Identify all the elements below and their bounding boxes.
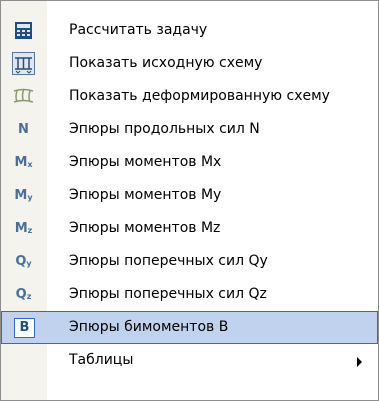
submenu-arrow-icon bbox=[357, 357, 362, 367]
letter-mx-icon: Mx bbox=[14, 155, 33, 170]
letter-my-icon: My bbox=[14, 188, 33, 203]
menu-item-diagram-qz[interactable]: Qz Эпюры поперечных сил Qz bbox=[1, 278, 378, 311]
letter-qy-icon: Qy bbox=[15, 254, 32, 269]
menu-item-label: Эпюры моментов Mx bbox=[69, 154, 222, 170]
menu-item-label: Эпюры поперечных сил Qy bbox=[69, 253, 268, 269]
letter-qz-icon: Qz bbox=[15, 287, 32, 302]
letter-b-icon: B bbox=[14, 318, 35, 338]
menu-item-show-deformed-scheme[interactable]: Показать деформированную схему bbox=[1, 80, 378, 113]
menu-item-diagram-my[interactable]: My Эпюры моментов My bbox=[1, 179, 378, 212]
menu-item-label: Эпюры бимоментов B bbox=[69, 319, 229, 335]
context-menu: Рассчитать задачу Показать исходную схем… bbox=[0, 0, 379, 401]
menu-item-show-initial-scheme[interactable]: Показать исходную схему bbox=[1, 47, 378, 80]
menu-item-label: Показать исходную схему bbox=[69, 55, 263, 71]
menu-item-tables[interactable]: Таблицы bbox=[1, 344, 378, 377]
menu-item-label: Эпюры поперечных сил Qz bbox=[69, 286, 267, 302]
menu-item-diagram-n[interactable]: N Эпюры продольных сил N bbox=[1, 113, 378, 146]
menu-item-calculate[interactable]: Рассчитать задачу bbox=[1, 14, 378, 47]
menu-item-label: Эпюры моментов My bbox=[69, 187, 222, 203]
menu-item-diagram-bimoments[interactable]: B Эпюры бимоментов B bbox=[1, 311, 378, 344]
calculator-icon bbox=[14, 21, 33, 40]
menu-item-label: Показать деформированную схему bbox=[69, 88, 330, 104]
menu-item-label: Таблицы bbox=[69, 352, 134, 368]
menu-item-label: Эпюры продольных сил N bbox=[69, 121, 260, 137]
menu-item-diagram-mx[interactable]: Mx Эпюры моментов Mx bbox=[1, 146, 378, 179]
initial-scheme-icon bbox=[12, 52, 35, 75]
deformed-scheme-icon bbox=[12, 86, 35, 107]
menu-item-diagram-qy[interactable]: Qy Эпюры поперечных сил Qy bbox=[1, 245, 378, 278]
letter-mz-icon: Mz bbox=[14, 221, 33, 236]
letter-n-icon: N bbox=[18, 122, 29, 137]
menu-item-label: Рассчитать задачу bbox=[69, 22, 208, 38]
menu-item-label: Эпюры моментов Mz bbox=[69, 220, 221, 236]
menu-item-diagram-mz[interactable]: Mz Эпюры моментов Mz bbox=[1, 212, 378, 245]
